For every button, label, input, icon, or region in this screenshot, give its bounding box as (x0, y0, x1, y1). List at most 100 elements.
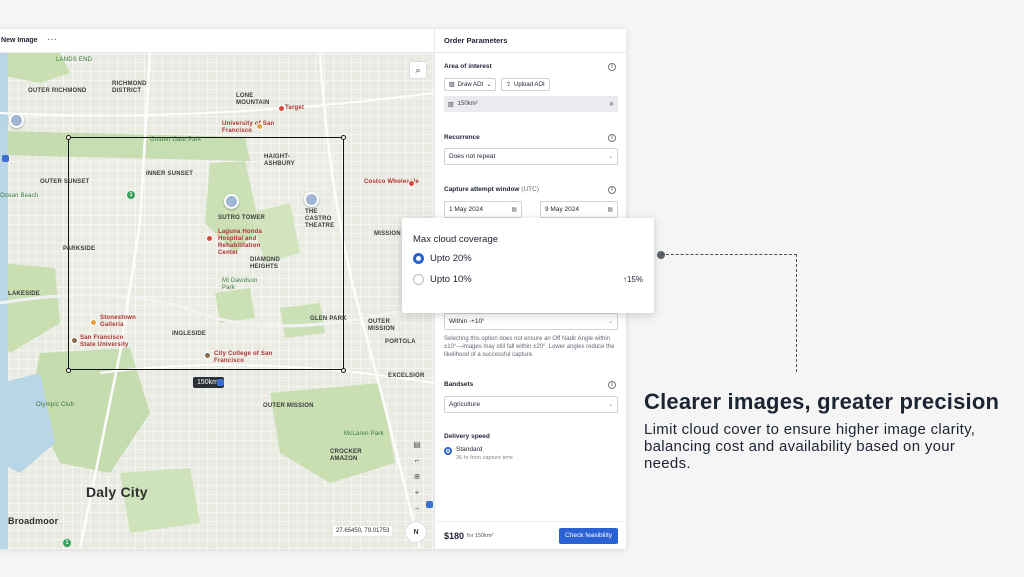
poi-marker[interactable] (278, 105, 285, 112)
poi-marker[interactable] (256, 123, 263, 130)
start-date-field[interactable]: 1 May 2024 ▦ (444, 201, 522, 218)
cloud-option-10[interactable]: Upto 10% (413, 274, 472, 285)
info-icon[interactable]: i (608, 186, 616, 194)
off-nadir-help-text: Selecting this option does not ensure an… (444, 336, 615, 358)
map-label: HAIGHT-ASHBURY (264, 154, 295, 167)
compass-icon[interactable]: N (405, 521, 427, 543)
hover-value: ↑15% (622, 275, 643, 284)
more-menu-icon[interactable]: ··· (48, 37, 58, 44)
map-label: OUTER MISSION (263, 403, 314, 409)
delivery-option-label: Standard (456, 446, 483, 453)
price-value: $180 (444, 530, 465, 541)
info-icon[interactable]: i (608, 134, 616, 142)
draw-aoi-button[interactable]: ▧ Draw AOI ⌄ (444, 78, 497, 91)
connector-dot (657, 251, 665, 259)
map-label-city: Daly City (86, 484, 148, 500)
radio-selected-icon[interactable] (444, 447, 452, 455)
coordinate-readout: 27.65450, 79.01753 (333, 526, 393, 536)
headline: Clearer images, greater precision (644, 389, 1000, 414)
poi-marker[interactable] (90, 319, 97, 326)
bandsets-label: Bandsets (444, 381, 474, 388)
ruler-icon[interactable]: ⌐ (410, 455, 424, 466)
search-icon: ⌕ (415, 64, 421, 75)
map-label: PARKSIDE (63, 246, 96, 252)
photo-pin[interactable] (9, 113, 24, 128)
bandsets-value: Agriculture (449, 401, 481, 408)
map-header: New Image ··· (0, 29, 434, 53)
end-date-value: 9 May 2024 (545, 206, 579, 213)
end-date-field[interactable]: 9 May 2024 ▦ (540, 201, 618, 218)
calendar-icon: ▦ (511, 207, 517, 213)
route-badge: 1 (63, 539, 71, 547)
recurrence-label: Recurrence (444, 134, 480, 141)
delivery-option-sub: 36 hr from capture time (456, 455, 513, 461)
photo-pin[interactable] (304, 192, 319, 207)
poi-marker[interactable] (206, 235, 213, 242)
poi-marker[interactable] (408, 180, 415, 187)
panel-footer: $180 for 150km² Check feasibility (435, 521, 626, 549)
radio-selected-icon[interactable] (413, 253, 424, 264)
zoom-out-icon[interactable]: − (410, 503, 424, 514)
timezone-text: (UTC) (521, 186, 539, 193)
map-label: OUTER RICHMOND (28, 88, 87, 94)
chevron-down-icon: ⌄ (486, 82, 492, 88)
recurrence-select[interactable]: Does not repeat ⌄ (444, 148, 618, 165)
map-label: Olympic Club (36, 402, 75, 408)
aoi-handle-bottom-left[interactable] (66, 368, 71, 373)
map-label: University of San Francisco (222, 121, 275, 134)
map-view[interactable]: 150km² LANDS END OUTER RICHMOND RICHMOND… (0, 53, 434, 549)
poi-marker[interactable] (71, 337, 78, 344)
recurrence-value: Does not repeat (449, 153, 496, 160)
map-label: Stonestown Galleria (100, 315, 136, 328)
map-label: MISSION (374, 231, 401, 237)
map-label: McLaren Park (344, 431, 384, 437)
popover-title: Max cloud coverage (413, 234, 499, 245)
map-search-button[interactable]: ⌕ (409, 61, 427, 79)
upload-aoi-button[interactable]: ⇪ Upload AOI (501, 78, 550, 91)
layers-icon[interactable]: ▤ (410, 439, 424, 450)
radio-unselected-icon[interactable] (413, 274, 424, 285)
route-badge: 1 (127, 191, 135, 199)
map-label: Golden Gate Park (150, 137, 202, 143)
transit-icon (426, 501, 433, 508)
polygon-icon: ▧ (448, 101, 454, 108)
cloud-option-20[interactable]: Upto 20% (413, 253, 472, 264)
zoom-in-icon[interactable]: + (410, 487, 424, 498)
map-label: City College of San Francisco (214, 351, 273, 364)
locate-icon[interactable]: ⊕ (410, 471, 424, 482)
poi-marker[interactable] (204, 352, 211, 359)
map-label: Ocean Beach (0, 193, 39, 199)
map-label: INNER SUNSET (146, 171, 194, 177)
calendar-icon: ▦ (607, 207, 613, 213)
bandsets-select[interactable]: Agriculture ⌄ (444, 396, 618, 413)
off-nadir-select[interactable]: Within -+10° ⌄ (444, 313, 618, 330)
map-label: San Francisco State University (80, 335, 129, 348)
photo-pin[interactable] (224, 194, 239, 209)
aoi-label: Area of interest (444, 63, 492, 70)
aoi-handle-top-left[interactable] (66, 135, 71, 140)
info-icon[interactable]: i (608, 381, 616, 389)
subheadline: Limit cloud cover to ensure higher image… (644, 421, 976, 472)
transit-icon (217, 379, 224, 386)
draw-icon: ▧ (449, 82, 455, 88)
close-icon[interactable]: ✕ (609, 101, 614, 108)
map-label: GLEN PARK (310, 316, 347, 322)
check-feasibility-button[interactable]: Check feasibility (559, 527, 618, 544)
map-label: OUTER SUNSET (40, 179, 90, 185)
price-area: for 150km² (467, 532, 494, 539)
transit-icon (2, 155, 9, 162)
aoi-area-value: 150km² (457, 101, 478, 107)
cloud-option-label: Upto 20% (430, 253, 472, 264)
connector-line (661, 254, 797, 255)
map-label: PORTOLA (385, 339, 416, 345)
delivery-option-standard[interactable]: Standard 36 hr from capture time (444, 446, 513, 461)
map-label: INGLESIDE (172, 331, 207, 337)
aoi-handle-bottom-right[interactable] (341, 368, 346, 373)
panel-title: Order Parameters (435, 29, 626, 53)
info-icon[interactable]: i (608, 63, 616, 71)
cloud-option-label: Upto 10% (430, 274, 472, 285)
image-title: New Image (1, 37, 38, 44)
map-label: OUTER MISSION (368, 319, 395, 332)
aoi-handle-top-right[interactable] (341, 135, 346, 140)
upload-icon: ⇪ (506, 82, 512, 88)
